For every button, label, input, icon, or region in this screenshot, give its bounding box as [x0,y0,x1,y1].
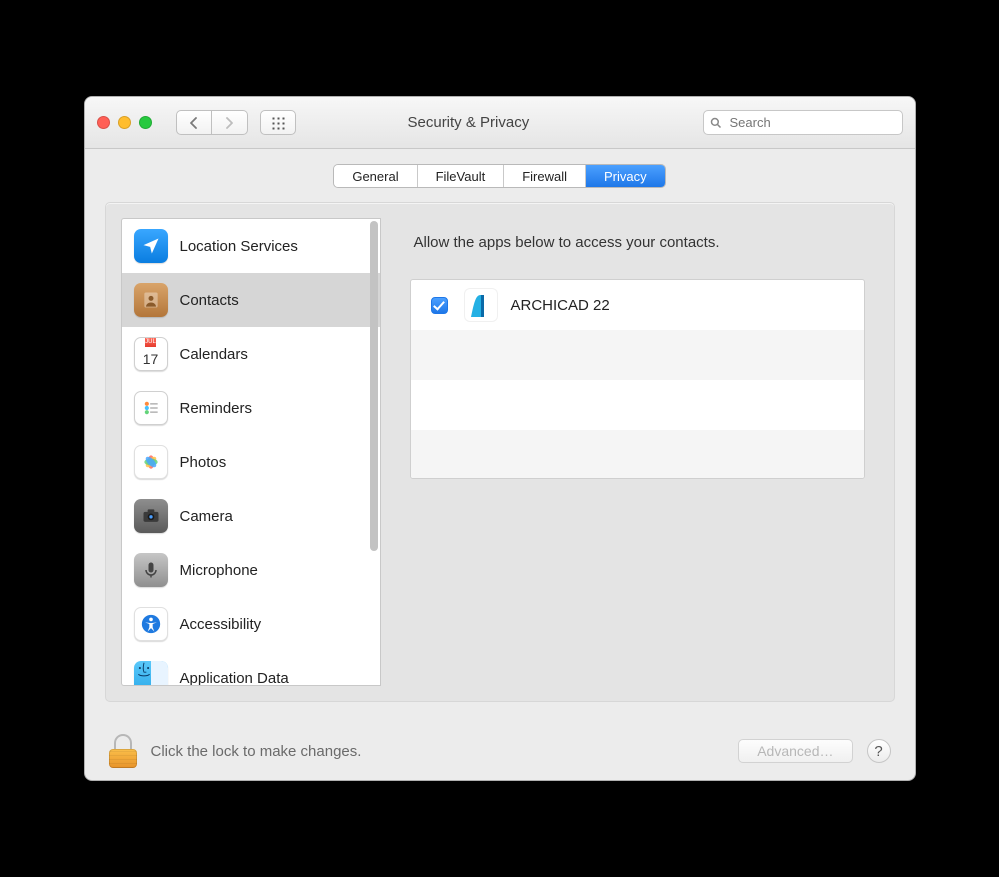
window-title: Security & Privacy [408,114,530,131]
titlebar: Security & Privacy [85,97,915,149]
sidebar-item-label: Camera [180,508,233,525]
tab-privacy[interactable]: Privacy [586,165,665,187]
sidebar-item-calendars[interactable]: JUL 17 Calendars [122,327,380,381]
app-permission-checkbox[interactable] [431,297,448,314]
chevron-left-icon [189,117,199,129]
grid-icon [271,116,285,130]
sidebar-item-label: Contacts [180,292,239,309]
app-row-empty [411,430,864,479]
lock-button[interactable] [109,734,137,768]
finder-icon [134,661,168,685]
sidebar-item-label: Application Data [180,670,289,686]
help-icon: ? [874,743,882,760]
back-button[interactable] [176,110,212,135]
zoom-window-button[interactable] [139,116,152,129]
tab-general[interactable]: General [334,165,417,187]
sidebar-item-label: Photos [180,454,227,471]
sidebar-item-location-services[interactable]: Location Services [122,219,380,273]
tab-filevault[interactable]: FileVault [418,165,505,187]
sidebar-item-contacts[interactable]: Contacts [122,273,380,327]
lock-hint-text: Click the lock to make changes. [151,743,362,760]
window-footer: Click the lock to make changes. Advanced… [85,722,915,780]
sidebar-item-reminders[interactable]: Reminders [122,381,380,435]
sidebar-item-accessibility[interactable]: Accessibility [122,597,380,651]
tab-label: General [352,169,398,184]
sidebar-item-label: Accessibility [180,616,262,633]
tab-bar: General FileVault Firewall Privacy [85,149,915,202]
app-row[interactable]: ARCHICAD 22 [411,280,864,330]
tab-label: FileVault [436,169,486,184]
chevron-right-icon [224,117,234,129]
show-all-button[interactable] [260,110,296,135]
archicad-icon [465,289,497,321]
sidebar-item-label: Microphone [180,562,258,579]
reminders-icon [134,391,168,425]
app-row-empty [411,330,864,380]
search-icon [710,117,722,129]
sidebar-item-label: Location Services [180,238,298,255]
sidebar-item-microphone[interactable]: Microphone [122,543,380,597]
tab-label: Privacy [604,169,647,184]
close-window-button[interactable] [97,116,110,129]
app-row-empty [411,380,864,430]
forward-button[interactable] [212,110,248,135]
calendar-icon: JUL 17 [134,337,168,371]
photos-icon [134,445,168,479]
accessibility-icon [134,607,168,641]
sidebar-item-label: Reminders [180,400,253,417]
microphone-icon [134,553,168,587]
sidebar-item-photos[interactable]: Photos [122,435,380,489]
camera-icon [134,499,168,533]
contacts-icon [134,283,168,317]
help-button[interactable]: ? [867,739,891,763]
app-name-label: ARCHICAD 22 [511,297,610,314]
privacy-category-list: Location Services Contacts JUL 17 Calend… [121,218,381,686]
tab-firewall[interactable]: Firewall [504,165,586,187]
app-permission-list: ARCHICAD 22 [410,279,865,479]
main-panel: Location Services Contacts JUL 17 Calend… [105,202,895,702]
nav-segment [176,110,248,135]
advanced-button[interactable]: Advanced… [738,739,852,763]
minimize-window-button[interactable] [118,116,131,129]
privacy-prompt-text: Allow the apps below to access your cont… [414,234,865,251]
search-field-wrap [703,110,903,135]
tab-label: Firewall [522,169,567,184]
sidebar-item-label: Calendars [180,346,248,363]
advanced-label: Advanced… [757,743,833,759]
search-input[interactable] [703,110,903,135]
sidebar-item-application-data[interactable]: Application Data [122,651,380,685]
prefs-window: Security & Privacy General FileVault Fir… [84,96,916,781]
location-icon [134,229,168,263]
sidebar-scrollbar[interactable] [370,221,378,551]
lock-icon [114,734,132,750]
window-controls [97,116,152,129]
sidebar-item-camera[interactable]: Camera [122,489,380,543]
privacy-detail-pane: Allow the apps below to access your cont… [396,218,879,686]
